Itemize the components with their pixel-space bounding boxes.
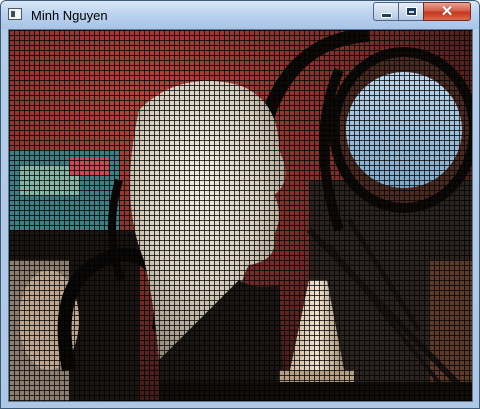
- close-button[interactable]: ✕: [423, 2, 471, 21]
- image-display[interactable]: [8, 29, 473, 402]
- minimize-button[interactable]: [373, 2, 399, 21]
- camera-frame-image: [9, 30, 472, 401]
- app-window: Minh Nguyen ✕: [0, 0, 480, 409]
- minimize-icon: [380, 12, 392, 18]
- window-title: Minh Nguyen: [31, 8, 108, 23]
- app-window-icon[interactable]: [8, 8, 22, 20]
- maximize-icon: [405, 7, 417, 16]
- maximize-button[interactable]: [398, 2, 424, 21]
- title-bar[interactable]: Minh Nguyen ✕: [1, 1, 479, 29]
- close-icon: ✕: [440, 3, 454, 20]
